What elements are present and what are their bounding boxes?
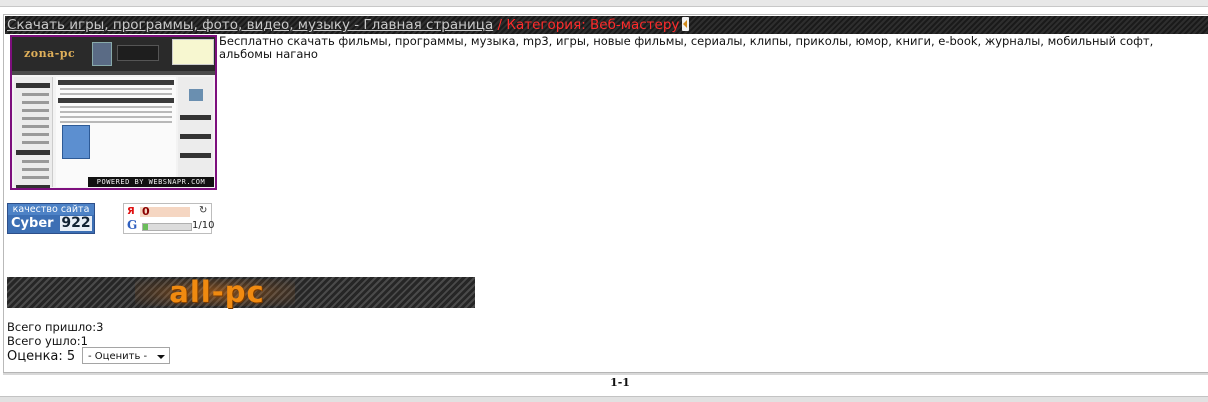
chevron-down-icon xyxy=(157,355,165,359)
breadcrumb-separator: / xyxy=(493,17,507,33)
thumbnail-ad xyxy=(117,45,159,61)
stats-came-in: Всего пришло:3 xyxy=(7,320,104,334)
top-border-bar xyxy=(0,0,1208,7)
thumbnail-right-column xyxy=(178,77,213,187)
rating-select[interactable]: - Оценить - xyxy=(82,347,170,364)
computer-icon xyxy=(92,42,112,66)
thumbnail-left-column xyxy=(14,77,53,188)
cyber-badge-caption: качество сайта xyxy=(8,204,94,215)
google-icon: G xyxy=(127,218,138,232)
cyber-quality-badge[interactable]: качество сайта Cyber 922 xyxy=(7,203,95,234)
breadcrumb: Скачать игры, программы, фото, видео, му… xyxy=(5,16,1208,34)
thumbnail-nav xyxy=(12,71,215,75)
rank-counter-badge[interactable]: Я 0 ↻ G 1/10 xyxy=(123,203,215,234)
rating-select-value: - Оценить - xyxy=(88,351,148,362)
thumbnail-powered-by: POWERED BY WEBSNAPR.COM xyxy=(88,177,214,187)
rating-label: Оценка: 5 xyxy=(7,349,76,364)
thumbnail-main-column xyxy=(56,77,176,187)
site-thumbnail[interactable]: zona-pc POWERED BY WEBSNAPR.COM xyxy=(10,35,217,190)
pagerank-bar xyxy=(142,223,192,231)
software-box-icon xyxy=(62,125,90,159)
thumbnail-ad xyxy=(172,39,214,65)
banner-logo: all-pc xyxy=(169,275,265,309)
pagination: 1-1 xyxy=(610,376,630,389)
pagerank-value: 1/10 xyxy=(192,220,215,231)
footer-separator xyxy=(3,372,1208,375)
stats-went-out: Всего ушло:1 xyxy=(7,334,88,348)
breadcrumb-home-link[interactable]: Скачать игры, программы, фото, видео, му… xyxy=(7,17,493,33)
cyber-badge-name: Cyber xyxy=(11,216,54,231)
site-description: Бесплатно скачать фильмы, программы, муз… xyxy=(219,34,1154,61)
pagerank-fill xyxy=(143,224,148,230)
breadcrumb-current-category: Категория: Веб-мастеру xyxy=(506,17,680,33)
bottom-border-bar xyxy=(0,396,1208,402)
thumbnail-logo: zona-pc xyxy=(24,47,76,60)
arrow-left-icon xyxy=(682,16,690,31)
all-pc-banner[interactable]: all-pc xyxy=(7,277,475,308)
refresh-icon: ↻ xyxy=(199,205,208,216)
yandex-citation-value: 0 xyxy=(142,205,150,218)
cyber-badge-value: 922 xyxy=(60,215,92,231)
yandex-icon: Я xyxy=(127,206,135,217)
